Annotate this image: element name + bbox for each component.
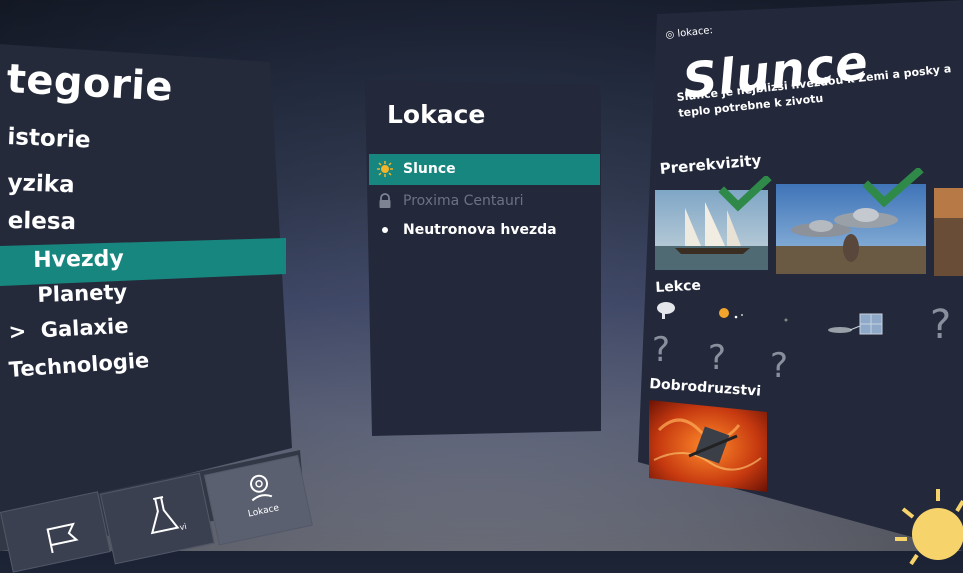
- category-item-telesa[interactable]: elesa: [8, 208, 77, 235]
- category-title: tegorie: [5, 56, 175, 111]
- dot-icon: [377, 222, 393, 238]
- prerequisite-third-thumbnail[interactable]: [934, 188, 963, 276]
- lesson-telescope-icon[interactable]: [654, 298, 682, 320]
- location-item-label: Proxima Centauri: [403, 193, 524, 209]
- solar-probe-image: [649, 400, 767, 492]
- category-item-historie[interactable]: istorie: [7, 124, 91, 154]
- thumbnail-image: [934, 188, 963, 276]
- location-panel: [365, 80, 601, 436]
- adventure-solar-probe-thumbnail[interactable]: [649, 400, 767, 492]
- lesson-satellite-icon[interactable]: [826, 312, 888, 338]
- expand-chevron-icon: >: [8, 319, 27, 344]
- lessons-heading: Lekce: [655, 277, 702, 296]
- lesson-star-icon[interactable]: [780, 314, 792, 326]
- location-pin-icon: ◎: [665, 29, 675, 41]
- locked-lesson-question-icon: ?: [930, 302, 952, 348]
- locked-lesson-question-icon: ?: [770, 346, 789, 386]
- category-item-hvezdy[interactable]: Hvezdy: [33, 246, 124, 273]
- sun-icon: [377, 161, 393, 177]
- flask-icon: [150, 495, 180, 535]
- lesson-sun-icon[interactable]: [716, 305, 746, 323]
- location-item-proxima-centauri: Proxima Centauri: [377, 188, 523, 214]
- category-item-planety[interactable]: Planety: [37, 280, 127, 307]
- completed-check-icon: [718, 176, 772, 212]
- location-item-neutronova-hvezda[interactable]: Neutronova hvezda: [377, 217, 557, 243]
- location-item-label: Slunce: [403, 161, 456, 177]
- corner-sun-icon[interactable]: [883, 479, 963, 569]
- location-item-label: Neutronova hvezda: [403, 222, 557, 238]
- flag-icon: [46, 522, 79, 554]
- tab-lokace-label: Lokace: [247, 503, 280, 520]
- completed-check-icon: [862, 168, 924, 208]
- category-item-fyzika[interactable]: yzika: [7, 170, 75, 198]
- locked-lesson-question-icon: ?: [652, 330, 671, 370]
- tab-experiments-label: vi: [178, 521, 188, 533]
- location-pin-icon: [250, 474, 273, 502]
- lock-icon: [377, 193, 393, 209]
- location-title: Lokace: [387, 100, 486, 129]
- locked-lesson-question-icon: ?: [708, 338, 727, 378]
- location-item-slunce[interactable]: Slunce: [377, 156, 456, 182]
- category-item-label: Galaxie: [40, 313, 130, 343]
